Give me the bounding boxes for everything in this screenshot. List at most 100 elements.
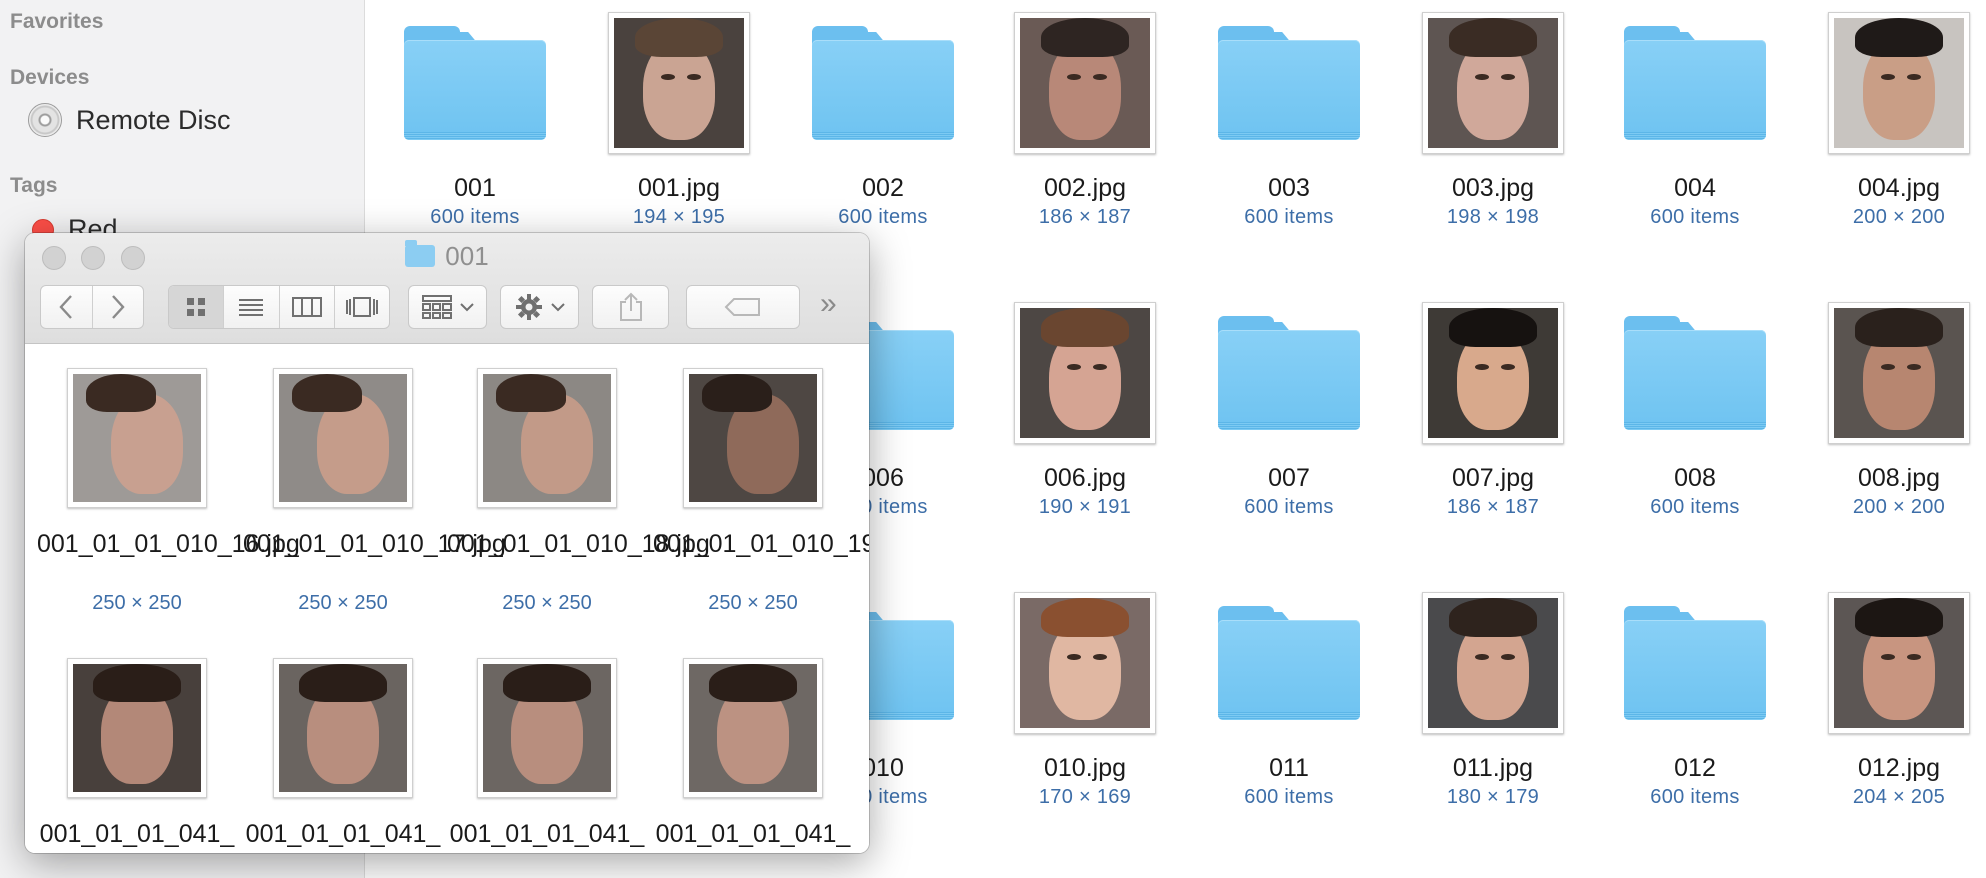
folder-icon: [1218, 26, 1360, 140]
item-name: 010.jpg: [1043, 754, 1127, 782]
window-title-text: 001: [445, 241, 489, 271]
item-name: 004.jpg: [1857, 174, 1941, 202]
folder-icon: [1218, 606, 1360, 720]
chevron-left-icon: [59, 295, 73, 319]
view-mode-control[interactable]: [168, 285, 390, 329]
disc-icon: [28, 103, 62, 137]
tags-heading: Tags: [10, 174, 58, 197]
item-name: 006.jpg: [1043, 464, 1127, 492]
item-name: 007: [1268, 464, 1310, 492]
back-button[interactable]: [41, 286, 93, 328]
folder-icon: [1218, 316, 1360, 430]
arrange-grid-icon: [421, 295, 452, 319]
photo-thumbnail: [1014, 592, 1156, 734]
item-meta: 600 items: [1650, 206, 1740, 228]
share-icon: [619, 292, 642, 321]
photo-thumbnail: [67, 368, 207, 508]
photo-thumbnail: [477, 658, 617, 798]
finder-window-001[interactable]: 001 » 001_01_01_010_16.jpg 250 × 250 001…: [25, 233, 869, 853]
item-name: 012.jpg: [1857, 754, 1941, 782]
photo-thumbnail: [1014, 302, 1156, 444]
column-view-button[interactable]: [280, 286, 335, 328]
item-meta: 600 items: [1244, 786, 1334, 808]
devices-heading: Devices: [10, 66, 90, 89]
nav-back-forward[interactable]: [40, 285, 144, 329]
item-name: 004: [1674, 174, 1716, 202]
photo-thumbnail: [1422, 12, 1564, 154]
item-meta: 250 × 250: [502, 592, 592, 614]
item-name: 001.jpg: [637, 174, 721, 202]
photo-thumbnail: [477, 368, 617, 508]
favorites-heading: Favorites: [10, 10, 104, 33]
chevron-right-icon: [111, 295, 125, 319]
item-meta: 186 × 187: [1446, 496, 1540, 518]
icon-view-icon: [187, 298, 206, 316]
item-name: 007.jpg: [1451, 464, 1535, 492]
item-name: 001_01_01_041_: [655, 820, 851, 848]
item-meta: 600 items: [1244, 206, 1334, 228]
item-name: 003.jpg: [1451, 174, 1535, 202]
window-titlebar[interactable]: 001 »: [25, 233, 869, 344]
cover-flow-button[interactable]: [335, 286, 389, 328]
photo-thumbnail: [683, 658, 823, 798]
item-meta: 600 items: [1650, 496, 1740, 518]
item-name: 001_01_01_010_19.jpg: [653, 530, 869, 558]
sidebar-item-label: Remote Disc: [76, 104, 231, 135]
photo-thumbnail: [67, 658, 207, 798]
action-button[interactable]: [500, 285, 579, 329]
tags-button[interactable]: [686, 285, 800, 329]
item-name: 002.jpg: [1043, 174, 1127, 202]
toolbar-overflow-button[interactable]: »: [820, 287, 837, 321]
item-meta: 190 × 191: [1038, 496, 1132, 518]
item-meta: 600 items: [838, 206, 928, 228]
item-meta: 600 items: [1650, 786, 1740, 808]
icon-view-button[interactable]: [169, 286, 225, 328]
chevron-down-icon: [459, 303, 474, 312]
window-file-grid: 001_01_01_010_16.jpg 250 × 250 001_01_01…: [25, 344, 869, 853]
photo-thumbnail: [1422, 592, 1564, 734]
folder-icon: [812, 26, 954, 140]
folder-icon: [1624, 26, 1766, 140]
item-name: 003: [1268, 174, 1310, 202]
photo-thumbnail: [1422, 302, 1564, 444]
cover-flow-icon: [345, 297, 378, 317]
item-meta: 204 × 205: [1852, 786, 1946, 808]
item-name: 001_01_01_041_: [39, 820, 235, 848]
forward-button[interactable]: [93, 286, 144, 328]
item-name: 008.jpg: [1857, 464, 1941, 492]
photo-thumbnail: [683, 368, 823, 508]
folder-icon: [405, 240, 436, 267]
list-view-button[interactable]: [224, 286, 280, 328]
item-name: 002: [862, 174, 904, 202]
window-title: 001: [25, 240, 869, 272]
arrange-button[interactable]: [408, 285, 487, 329]
item-name: 001_01_01_010_18.jpg: [447, 530, 710, 558]
photo-thumbnail: [1828, 302, 1970, 444]
item-meta: 600 items: [430, 206, 520, 228]
item-name: 008: [1674, 464, 1716, 492]
item-name: 001_01_01_041_: [245, 820, 441, 848]
item-meta: 186 × 187: [1038, 206, 1132, 228]
share-button[interactable]: [592, 285, 669, 329]
item-meta: 250 × 250: [92, 592, 182, 614]
folder-icon: [1624, 606, 1766, 720]
item-meta: 200 × 200: [1852, 206, 1946, 228]
item-meta: 180 × 179: [1446, 786, 1540, 808]
item-meta: 170 × 169: [1038, 786, 1132, 808]
gear-icon: [515, 294, 542, 320]
item-meta: 250 × 250: [708, 592, 798, 614]
sidebar-item-remote-disc[interactable]: Remote Disc: [28, 103, 231, 137]
folder-icon: [1624, 316, 1766, 430]
photo-thumbnail: [273, 658, 413, 798]
item-name: 001_01_01_041_: [449, 820, 645, 848]
item-meta: 600 items: [1244, 496, 1334, 518]
chevron-down-icon: [550, 303, 565, 312]
item-meta: 250 × 250: [298, 592, 388, 614]
item-name: 001_01_01_010_17.jpg: [243, 530, 506, 558]
item-name: 001: [454, 174, 496, 202]
photo-thumbnail: [608, 12, 750, 154]
folder-icon: [404, 26, 546, 140]
item-name: 001_01_01_010_16.jpg: [37, 530, 300, 558]
item-meta: 194 × 195: [632, 206, 726, 228]
item-name: 011: [1269, 754, 1309, 782]
